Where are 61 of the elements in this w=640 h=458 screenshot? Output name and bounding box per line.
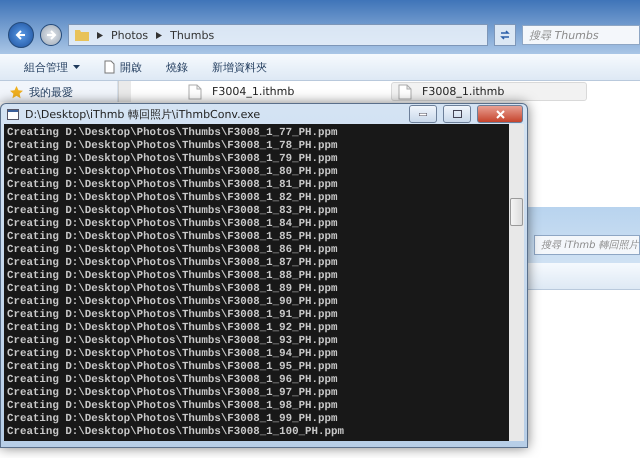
console-line: Creating D:\Desktop\Photos\Thumbs\F3008_1_86_PH.ppm: [7, 244, 338, 257]
console-line: Creating D:\Desktop\Photos\Thumbs\F3008_1_89_PH.ppm: [7, 283, 338, 296]
console-line: Creating D:\Desktop\Photos\Thumbs\F3008_1_93_PH.ppm: [7, 335, 338, 348]
console-icon: [7, 108, 19, 120]
file-icon: [188, 84, 202, 100]
console-line: Creating D:\Desktop\Photos\Thumbs\F3008_1_79_PH.ppm: [7, 153, 338, 166]
console-line: Creating D:\Desktop\Photos\Thumbs\F3008_1_82_PH.ppm: [7, 192, 338, 205]
maximize-icon: [452, 110, 462, 118]
close-icon: [496, 110, 504, 118]
file-icon: [398, 84, 412, 100]
maximize-button[interactable]: [443, 105, 471, 123]
file-name: F3008_1.ithmb: [422, 85, 504, 98]
minimize-icon: [419, 112, 427, 116]
toolbar-button[interactable]: 新增資料夾: [202, 58, 277, 76]
console-line: Creating D:\Desktop\Photos\Thumbs\F3008_1_84_PH.ppm: [7, 218, 338, 231]
forward-button[interactable]: [40, 24, 62, 46]
toolbar-button[interactable]: 組合管理: [14, 58, 90, 76]
file-tile[interactable]: F3004_1.ithmb: [181, 82, 351, 101]
console-line: Creating D:\Desktop\Photos\Thumbs\F3008_1_77_PH.ppm: [7, 127, 338, 140]
console-line: Creating D:\Desktop\Photos\Thumbs\F3008_1_80_PH.ppm: [7, 166, 338, 179]
address-bar[interactable]: Photos Thumbs: [68, 24, 488, 46]
console-line: Creating D:\Desktop\Photos\Thumbs\F3008_1_95_PH.ppm: [7, 361, 338, 374]
file-tile[interactable]: F3008_1.ithmb: [391, 82, 587, 101]
file-name: F3004_1.ithmb: [212, 85, 294, 98]
console-line: Creating D:\Desktop\Photos\Thumbs\F3008_1_87_PH.ppm: [7, 257, 338, 270]
back-arrow-icon: [15, 29, 27, 41]
console-line: Creating D:\Desktop\Photos\Thumbs\F3008_1_85_PH.ppm: [7, 231, 338, 244]
breadcrumb-item[interactable]: Photos: [111, 28, 148, 42]
scrollbar[interactable]: [509, 124, 524, 441]
console-line: Creating D:\Desktop\Photos\Thumbs\F3008_1_97_PH.ppm: [7, 387, 338, 400]
console-line: Creating D:\Desktop\Photos\Thumbs\F3008_1_98_PH.ppm: [7, 400, 338, 413]
console-line: Creating D:\Desktop\Photos\Thumbs\F3008_1_99_PH.ppm: [7, 413, 338, 426]
toolbar-button[interactable]: 燒錄: [156, 58, 198, 76]
console-line: Creating D:\Desktop\Photos\Thumbs\F3008_1_81_PH.ppm: [7, 179, 338, 192]
console-line: Creating D:\Desktop\Photos\Thumbs\F3008_1_94_PH.ppm: [7, 348, 338, 361]
console-line: Creating D:\Desktop\Photos\Thumbs\F3008_1_100_PH.ppm: [7, 426, 345, 439]
console-line: Creating D:\Desktop\Photos\Thumbs\F3008_1_83_PH.ppm: [7, 205, 338, 218]
console-line: Creating D:\Desktop\Photos\Thumbs\F3008_1_90_PH.ppm: [7, 296, 338, 309]
back-button[interactable]: [8, 22, 34, 48]
console-line: Creating D:\Desktop\Photos\Thumbs\F3008_1_96_PH.ppm: [7, 374, 338, 387]
caret-icon: [73, 65, 80, 69]
chevron-right-icon: [156, 32, 162, 38]
chevron-right-icon: [97, 32, 103, 38]
breadcrumb-item[interactable]: Thumbs: [170, 28, 214, 42]
forward-arrow-icon: [45, 29, 57, 41]
minimize-button[interactable]: [409, 105, 437, 123]
scrollbar-thumb[interactable]: [510, 198, 523, 226]
toolbar-button[interactable]: 開啟: [94, 58, 152, 76]
folder-icon: [75, 29, 89, 41]
scrollbar[interactable]: [118, 81, 131, 102]
close-button[interactable]: [477, 105, 523, 123]
console-line: Creating D:\Desktop\Photos\Thumbs\F3008_1_91_PH.ppm: [7, 309, 338, 322]
refresh-button[interactable]: [494, 24, 516, 46]
console-line: Creating D:\Desktop\Photos\Thumbs\F3008_1_88_PH.ppm: [7, 270, 338, 283]
window-title: D:\Desktop\iThmb 轉回照片\iThmbConv.exe: [25, 106, 262, 122]
refresh-icon: [499, 29, 511, 41]
star-icon: [10, 86, 23, 99]
sidebar-item[interactable]: 我的最愛: [10, 85, 117, 100]
document-icon: [104, 60, 115, 74]
console-line: Creating D:\Desktop\Photos\Thumbs\F3008_1_92_PH.ppm: [7, 322, 338, 335]
console-line: Creating D:\Desktop\Photos\Thumbs\F3008_1_78_PH.ppm: [7, 140, 338, 153]
